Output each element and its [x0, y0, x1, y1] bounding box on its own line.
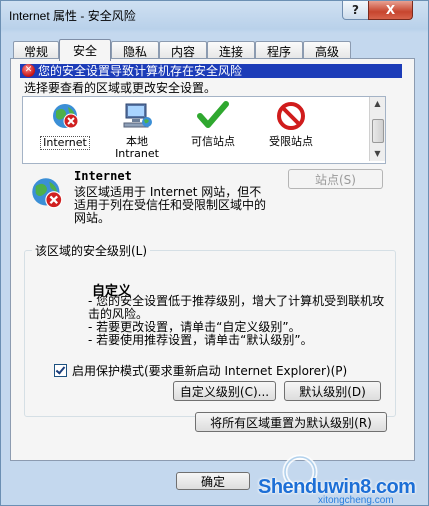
- security-level-label: 该区域的安全级别(L): [32, 242, 151, 259]
- protected-mode-label: 启用保护模式(要求重新启动 Internet Explorer)(P): [72, 364, 348, 378]
- warning-text: 您的安全设置导致计算机存在安全风险: [38, 64, 243, 78]
- zone-list: Internet 本地 Intranet 可信站点 受限站点 ▲ ▼: [22, 96, 386, 164]
- scroll-up-icon[interactable]: ▲: [370, 97, 385, 111]
- zone-list-scrollbar[interactable]: ▲ ▼: [369, 97, 385, 161]
- custom-level-button[interactable]: 自定义级别(C)...: [173, 381, 276, 401]
- trusted-checkmark-icon: [197, 101, 229, 128]
- zone-info-title: Internet: [74, 169, 132, 183]
- shield-warning-icon: ✕: [22, 64, 35, 77]
- tab-security[interactable]: 安全: [59, 39, 111, 61]
- local-intranet-icon: [123, 103, 152, 128]
- zone-info-description: 该区域适用于 Internet 网站，但不适用于列在受信任和受限制区域中的网站。: [74, 185, 267, 225]
- zone-internet[interactable]: Internet: [33, 101, 97, 150]
- scroll-thumb[interactable]: [372, 119, 384, 143]
- window-title: Internet 属性 - 安全风险: [9, 9, 136, 23]
- scroll-down-icon[interactable]: ▼: [370, 147, 385, 161]
- zone-intranet-label: 本地 Intranet: [115, 135, 159, 160]
- close-button[interactable]: X: [368, 1, 413, 20]
- sites-button[interactable]: 站点(S): [288, 169, 383, 189]
- globe-warning-icon: [53, 104, 79, 129]
- level-line: - 您的安全设置低于推荐级别，增大了计算机受到联机攻击的风险。: [88, 294, 385, 321]
- restricted-no-entry-icon: [277, 102, 305, 130]
- zone-info-globe-icon: [30, 176, 64, 213]
- level-description: - 您的安全设置低于推荐级别，增大了计算机受到联机攻击的风险。 - 若要更改设置…: [88, 295, 388, 347]
- zone-trusted[interactable]: 可信站点: [181, 101, 245, 148]
- protected-mode-checkbox[interactable]: 启用保护模式(要求重新启动 Internet Explorer)(P): [54, 362, 347, 379]
- zone-local-intranet[interactable]: 本地 Intranet: [105, 101, 169, 160]
- watermark-subtext: xitongcheng.com: [318, 495, 394, 506]
- checkbox-checked-icon[interactable]: [54, 364, 67, 377]
- reset-all-zones-button[interactable]: 将所有区域重置为默认级别(R): [195, 412, 387, 432]
- zone-restricted[interactable]: 受限站点: [259, 101, 323, 148]
- ok-button[interactable]: 确定: [176, 472, 250, 490]
- zone-internet-label: Internet: [40, 136, 90, 150]
- security-warning-banner[interactable]: ✕ 您的安全设置导致计算机存在安全风险: [20, 64, 402, 78]
- zone-restricted-label: 受限站点: [269, 135, 313, 148]
- default-level-button[interactable]: 默认级别(D): [284, 381, 381, 401]
- zone-prompt: 选择要查看的区域或更改安全设置。: [24, 81, 217, 95]
- zone-trusted-label: 可信站点: [191, 135, 235, 148]
- help-button[interactable]: ?: [342, 1, 369, 20]
- level-line: - 若要使用推荐设置，请单击“默认级别”。: [88, 333, 313, 347]
